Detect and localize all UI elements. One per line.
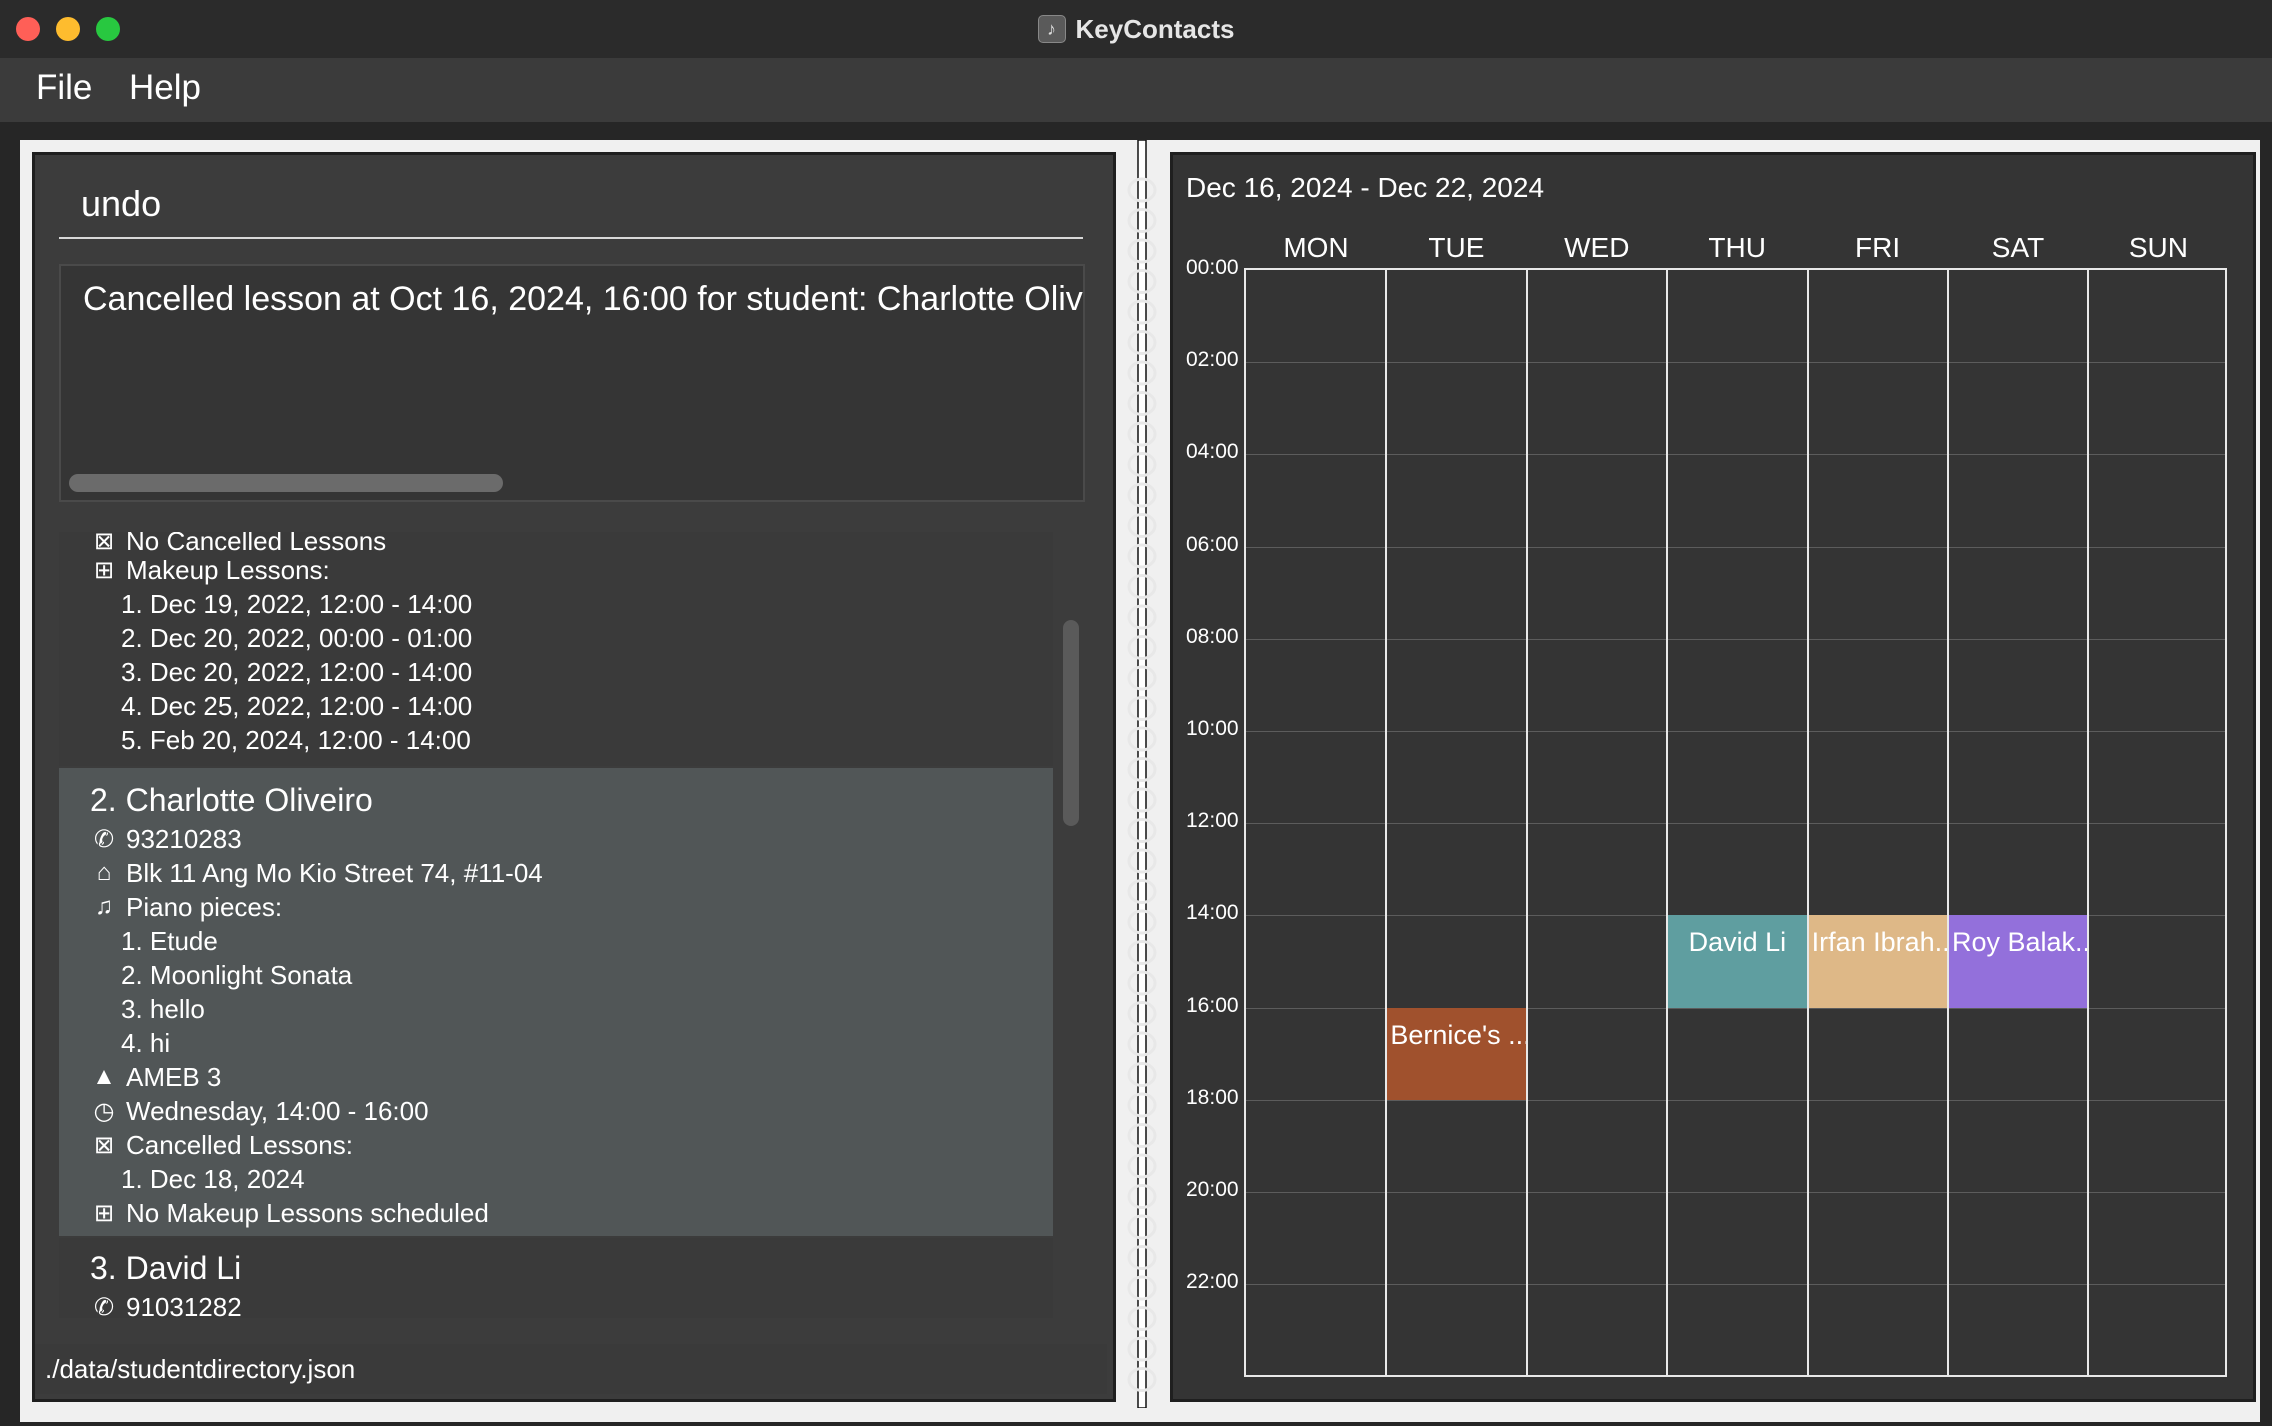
makeup-lesson-item: 4. Dec 25, 2022, 12:00 - 14:00 — [121, 690, 473, 721]
menu-file[interactable]: File — [36, 68, 92, 108]
lesson-event[interactable]: Irfan Ibrah... — [1808, 915, 1947, 1008]
grid-hour-line — [1246, 1192, 2225, 1193]
time-label: 12:00 — [1186, 809, 1239, 833]
day-header-thu: THU — [1708, 232, 1766, 263]
makeup-lessons-label: No Makeup Lessons scheduled — [126, 1197, 489, 1228]
makeup-lesson-item: 3. Dec 20, 2022, 12:00 - 14:00 — [121, 656, 473, 687]
list-item: ⊞ Makeup Lessons: — [90, 553, 330, 587]
piano-piece-item: 3. hello — [121, 993, 205, 1024]
grid-hour-line — [1246, 454, 2225, 456]
grid-day-line — [1666, 270, 1669, 1375]
student-list[interactable]: ⊠ No Cancelled Lessons ⊞ Makeup Lessons:… — [59, 532, 1053, 1318]
phone-icon: ✆ — [93, 825, 115, 853]
grid-day-line — [2087, 270, 2090, 1375]
student-card[interactable]: 3. David Li ✆ 91031282 — [59, 1238, 1053, 1318]
music-icon: ♫ — [95, 893, 113, 920]
calendar-plus-icon: ⊞ — [93, 1199, 115, 1227]
day-header-sun: SUN — [2128, 232, 2188, 263]
time-label: 02:00 — [1186, 348, 1239, 372]
status-bar: ./data/studentdirectory.json — [35, 1344, 1107, 1394]
makeup-lesson-item: 2. Dec 20, 2022, 00:00 - 01:00 — [121, 622, 473, 653]
cancelled-lessons-label: Cancelled Lessons: — [126, 1129, 353, 1160]
list-item: ✆ 93210283 — [90, 822, 242, 856]
student-grade: AMEB 3 — [126, 1061, 222, 1092]
day-header-sat: SAT — [1991, 232, 2045, 263]
home-icon: ⌂ — [96, 859, 112, 886]
day-header-tue: TUE — [1428, 232, 1485, 263]
lesson-event[interactable]: Bernice's ... — [1387, 1007, 1526, 1100]
student-name: 3. David Li — [90, 1249, 242, 1286]
command-input[interactable]: undo — [81, 183, 161, 225]
student-card-selected[interactable]: 2. Charlotte Oliveiro ✆ 93210283 ⌂ Blk 1… — [59, 768, 1053, 1236]
command-box[interactable]: undo — [59, 165, 1083, 239]
result-horizontal-scrollbar[interactable] — [69, 474, 503, 492]
cancelled-lesson-item: 1. Dec 18, 2024 — [121, 1163, 305, 1194]
day-header-mon: MON — [1283, 232, 1349, 263]
calendar-x-icon: ⊠ — [93, 532, 115, 555]
student-card[interactable]: ⊠ No Cancelled Lessons ⊞ Makeup Lessons:… — [59, 532, 1053, 766]
grid-hour-line — [1246, 638, 2225, 640]
grid-day-line — [1525, 270, 1528, 1375]
lesson-event[interactable]: David Li — [1668, 915, 1807, 1008]
time-label: 10:00 — [1186, 717, 1239, 740]
calendar-x-icon: ⊠ — [93, 1131, 115, 1159]
student-name: 2. Charlotte Oliveiro — [90, 781, 373, 818]
menu-bar: File Help — [0, 58, 2272, 122]
graduation-cap-icon: ▲ — [92, 1063, 116, 1090]
grid-day-line — [1385, 270, 1388, 1375]
time-label: 08:00 — [1186, 624, 1239, 648]
time-label: 16:00 — [1186, 993, 1239, 1017]
grid-hour-line — [1246, 362, 2225, 364]
list-item: ✆ 91031282 — [90, 1290, 242, 1319]
grid-hour-line — [1246, 1099, 2225, 1101]
grid-day-line — [1806, 270, 1809, 1375]
regular-lesson: Wednesday, 14:00 - 16:00 — [126, 1095, 429, 1126]
clock-icon: ◷ — [93, 1097, 115, 1125]
title-bar: ♪ KeyContacts — [0, 0, 2272, 59]
time-label: 04:00 — [1186, 440, 1239, 464]
grid-hour-line — [1246, 731, 2225, 732]
result-display: Cancelled lesson at Oct 16, 2024, 16:00 … — [59, 264, 1085, 502]
grid-hour-line — [1246, 546, 2225, 548]
time-label: 00:00 — [1186, 256, 1239, 279]
student-address: Blk 11 Ang Mo Kio Street 74, #11-04 — [126, 857, 543, 888]
time-label: 06:00 — [1186, 532, 1239, 556]
piano-pieces-label: Piano pieces: — [126, 891, 283, 922]
result-message: Cancelled lesson at Oct 16, 2024, 16:00 … — [83, 280, 1085, 318]
data-file-path: ./data/studentdirectory.json — [45, 1354, 356, 1384]
student-phone: 91031282 — [126, 1291, 242, 1319]
list-item: ⊠ Cancelled Lessons: — [90, 1128, 353, 1162]
time-label: 20:00 — [1186, 1178, 1239, 1201]
list-item: ⌂ Blk 11 Ang Mo Kio Street 74, #11-04 — [90, 856, 543, 890]
time-label: 22:00 — [1186, 1270, 1239, 1294]
makeup-lesson-item: 1. Dec 19, 2022, 12:00 - 14:00 — [121, 588, 473, 619]
student-phone: 93210283 — [126, 823, 242, 854]
list-item: ◷ Wednesday, 14:00 - 16:00 — [90, 1094, 429, 1128]
calendar-plus-icon: ⊞ — [93, 556, 115, 584]
lesson-event[interactable]: Roy Balak... — [1949, 915, 2088, 1008]
week-range: Dec 16, 2024 - Dec 22, 2024 — [1186, 172, 1545, 203]
grid-hour-line — [1246, 823, 2225, 825]
menu-help[interactable]: Help — [129, 68, 201, 108]
grid-day-line — [1947, 270, 1949, 1375]
app-logo-icon: ♪ — [1037, 15, 1066, 43]
list-item: ▲ AMEB 3 — [90, 1060, 221, 1094]
window-title: KeyContacts — [1075, 13, 1235, 44]
piano-piece-item: 4. hi — [121, 1027, 171, 1058]
time-label: 14:00 — [1186, 901, 1239, 925]
time-label: 18:00 — [1186, 1085, 1239, 1109]
day-header-wed: WED — [1564, 232, 1630, 263]
list-item: ⊞ No Makeup Lessons scheduled — [90, 1196, 489, 1230]
phone-icon: ✆ — [93, 1293, 115, 1319]
list-vertical-scrollbar[interactable] — [1063, 620, 1079, 826]
grid-hour-line — [1246, 1284, 2225, 1286]
makeup-lessons-label: Makeup Lessons: — [126, 554, 330, 585]
day-header-fri: FRI — [1855, 232, 1901, 263]
piano-piece-item: 2. Moonlight Sonata — [121, 959, 353, 990]
spiral-binding — [1127, 140, 1157, 1408]
piano-piece-item: 1. Etude — [121, 925, 218, 956]
list-item: ♫ Piano pieces: — [90, 890, 282, 924]
makeup-lesson-item: 5. Feb 20, 2024, 12:00 - 14:00 — [121, 724, 471, 755]
